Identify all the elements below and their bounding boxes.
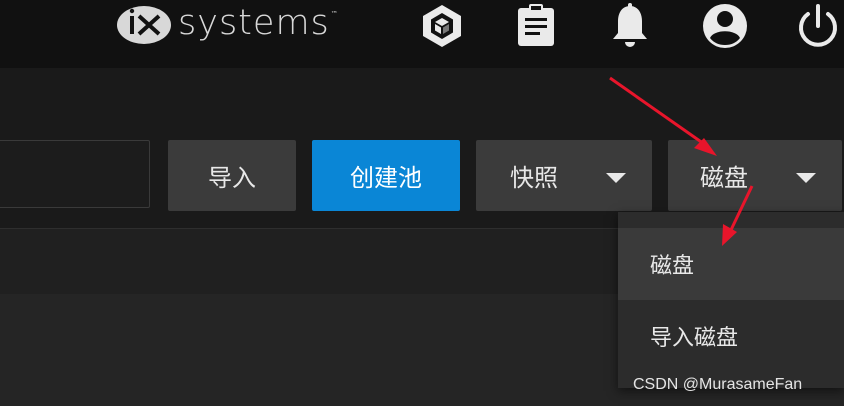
snapshots-menu-button[interactable]: 快照 <box>476 140 652 211</box>
create-pool-button[interactable]: 创建池 <box>312 140 460 211</box>
caret-down-icon <box>796 173 816 183</box>
account-icon[interactable] <box>701 2 749 50</box>
menu-item-label: 磁盘 <box>650 254 695 279</box>
import-button-label: 导入 <box>208 164 256 192</box>
import-button[interactable]: 导入 <box>168 140 296 211</box>
watermark-text: CSDN @MurasameFan <box>633 376 803 393</box>
bell-icon[interactable] <box>610 2 650 50</box>
brand-text: systems <box>178 3 330 43</box>
menu-item-import-disk[interactable]: 导入磁盘 <box>618 300 844 372</box>
disks-button-label: 磁盘 <box>700 164 748 192</box>
clipboard-icon[interactable] <box>514 2 558 50</box>
search-input[interactable] <box>0 140 150 208</box>
menu-item-label: 导入磁盘 <box>650 326 739 351</box>
power-icon[interactable] <box>794 2 842 50</box>
caret-down-icon <box>606 173 626 183</box>
disks-dropdown-menu: 磁盘 导入磁盘 <box>618 212 844 388</box>
ixsystems-logo[interactable]: systems ™ <box>114 0 338 50</box>
create-pool-button-label: 创建池 <box>350 164 422 192</box>
truecommand-icon[interactable] <box>418 2 466 50</box>
trademark-symbol: ™ <box>330 10 338 18</box>
menu-item-disks[interactable]: 磁盘 <box>618 228 844 300</box>
ix-logo-mark <box>117 6 171 44</box>
snapshots-button-label: 快照 <box>510 164 558 192</box>
top-bar: systems ™ <box>0 0 844 68</box>
disks-menu-button[interactable]: 磁盘 <box>668 140 842 211</box>
